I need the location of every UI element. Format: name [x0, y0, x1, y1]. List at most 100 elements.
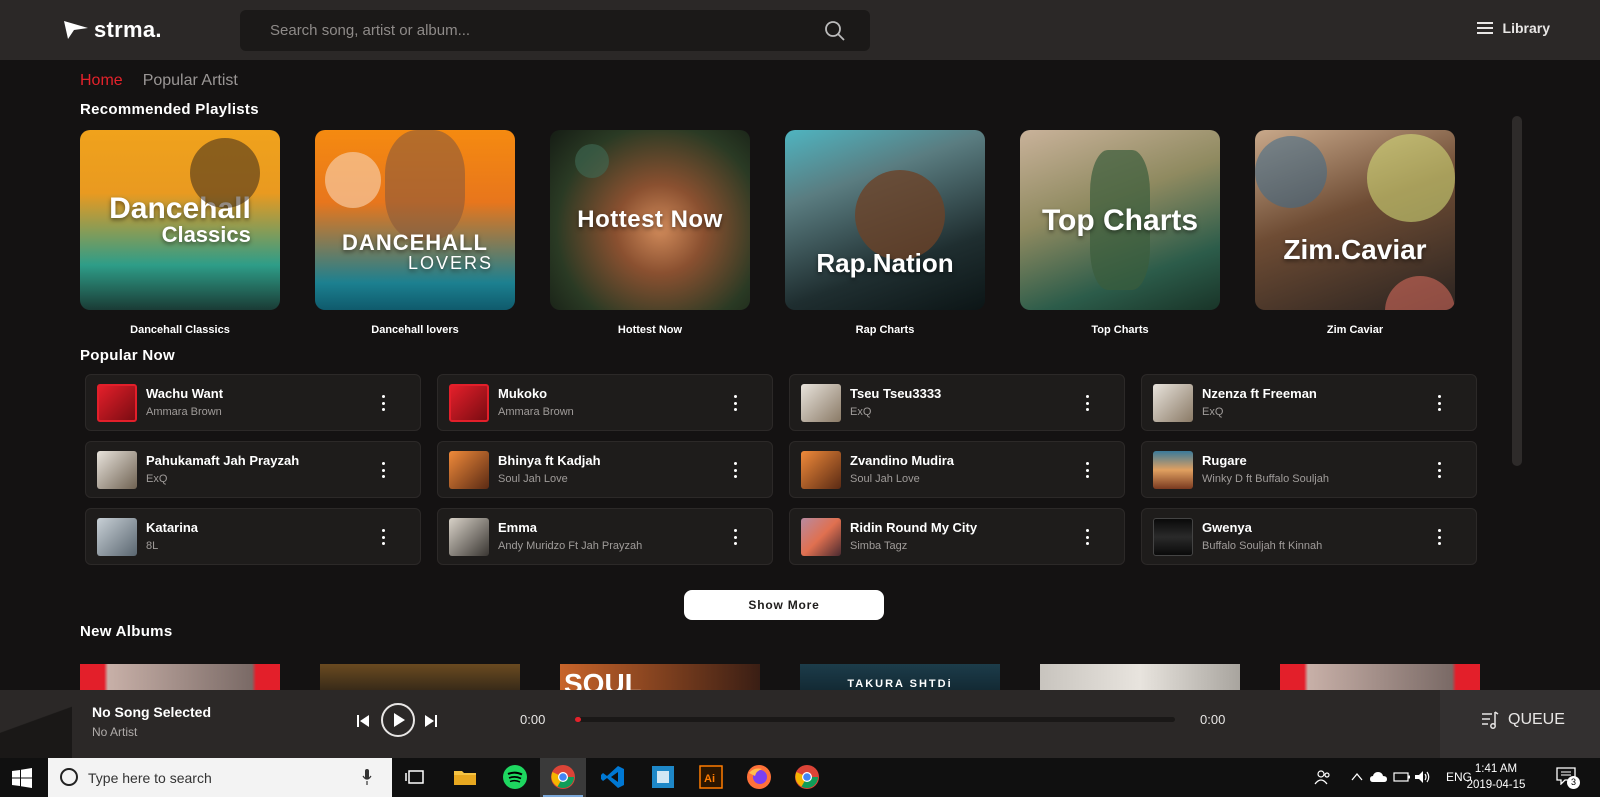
album-row: SOUL TAKURA SHTDi	[80, 664, 1480, 690]
firefox-icon[interactable]	[746, 764, 772, 790]
song-card[interactable]: Tseu Tseu3333 ExQ	[789, 374, 1125, 431]
app-icon[interactable]	[650, 764, 676, 790]
volume-icon[interactable]	[1414, 769, 1432, 785]
album-card[interactable]	[320, 664, 520, 690]
song-title: Emma	[498, 520, 538, 535]
song-card[interactable]: Katarina 8L	[85, 508, 421, 565]
song-card[interactable]: Pahukamaft Jah Prayzah ExQ	[85, 441, 421, 498]
queue-button[interactable]: QUEUE	[1480, 710, 1565, 730]
scrollbar[interactable]	[1512, 116, 1522, 466]
cover-title: Hottest Now	[577, 206, 723, 233]
playlist-label: Dancehall Classics	[130, 324, 230, 336]
tab-popular-artist[interactable]: Popular Artist	[143, 72, 238, 90]
chevron-up-icon[interactable]	[1350, 770, 1364, 784]
playlist-card[interactable]: Zim.Caviar Zim Caviar	[1255, 130, 1455, 336]
queue-icon	[1482, 711, 1499, 729]
illustrator-icon[interactable]: Ai	[698, 764, 724, 790]
clock-date: 2019-04-15	[1466, 779, 1526, 791]
file-explorer-icon[interactable]	[452, 764, 478, 790]
vscode-icon[interactable]	[600, 764, 626, 790]
recommended-playlists-heading: Recommended Playlists	[80, 101, 259, 118]
search-input[interactable]	[240, 10, 800, 51]
taskbar-search[interactable]: Type here to search	[48, 758, 392, 797]
progress-bar[interactable]	[575, 717, 1175, 722]
song-card[interactable]: Emma Andy Muridzo Ft Jah Prayzah	[437, 508, 773, 565]
os-taskbar: Type here to search Ai ENG 1:41 AM 2019-…	[0, 758, 1600, 797]
more-options-icon[interactable]	[378, 527, 388, 547]
album-card[interactable]	[1040, 664, 1240, 690]
system-clock[interactable]: 1:41 AM 2019-04-15	[1460, 761, 1532, 793]
song-title: Zvandino Mudira	[850, 453, 954, 468]
playlist-card[interactable]: Hottest Now Hottest Now	[550, 130, 750, 336]
song-artist: ExQ	[1202, 406, 1224, 418]
now-playing-title: No Song Selected	[92, 704, 212, 720]
more-options-icon[interactable]	[1082, 393, 1092, 413]
onedrive-cloud-icon[interactable]	[1370, 770, 1388, 784]
album-card[interactable]: SOUL	[560, 664, 760, 690]
song-thumbnail	[1153, 518, 1193, 556]
playlist-card[interactable]: Dancehall Classics Dancehall Classics	[80, 130, 280, 336]
windows-start-icon[interactable]	[12, 768, 32, 788]
search-icon[interactable]	[824, 20, 846, 42]
chrome-icon[interactable]	[794, 764, 820, 790]
song-title: Gwenya	[1202, 520, 1252, 535]
playlist-card[interactable]: Top Charts Top Charts	[1020, 130, 1220, 336]
task-view-icon[interactable]	[403, 764, 429, 790]
playlist-cover: Rap.Nation	[785, 130, 985, 310]
song-artist: Ammara Brown	[498, 406, 574, 418]
album-card[interactable]: TAKURA SHTDi	[800, 664, 1000, 690]
song-card[interactable]: Ridin Round My City Simba Tagz	[789, 508, 1125, 565]
cover-title: Zim.Caviar	[1283, 234, 1427, 265]
album-card[interactable]	[80, 664, 280, 690]
logo[interactable]: strma.	[64, 17, 162, 43]
chrome-icon[interactable]	[550, 764, 576, 790]
library-button[interactable]: Library	[1476, 20, 1550, 36]
song-card[interactable]: Nzenza ft Freeman ExQ	[1141, 374, 1477, 431]
tab-home[interactable]: Home	[80, 72, 123, 90]
playlist-cover: Hottest Now	[550, 130, 750, 310]
cortana-icon	[60, 768, 78, 786]
menu-icon	[1476, 22, 1493, 34]
playlist-card[interactable]: Rap.Nation Rap Charts	[785, 130, 985, 336]
new-albums-heading: New Albums	[80, 623, 173, 640]
now-playing-artist: No Artist	[92, 725, 138, 739]
battery-icon[interactable]	[1393, 770, 1411, 784]
spotify-icon[interactable]	[502, 764, 528, 790]
microphone-icon[interactable]	[362, 769, 372, 785]
people-icon[interactable]	[1314, 768, 1332, 786]
playlist-label: Rap Charts	[855, 324, 915, 336]
more-options-icon[interactable]	[378, 393, 388, 413]
taskbar-search-placeholder: Type here to search	[88, 770, 212, 786]
song-thumbnail	[801, 518, 841, 556]
next-track-icon[interactable]	[424, 714, 438, 728]
album-art-placeholder	[0, 690, 72, 758]
previous-track-icon[interactable]	[356, 714, 370, 728]
song-card[interactable]: Mukoko Ammara Brown	[437, 374, 773, 431]
more-options-icon[interactable]	[1434, 393, 1444, 413]
song-card[interactable]: Wachu Want Ammara Brown	[85, 374, 421, 431]
song-card[interactable]: Zvandino Mudira Soul Jah Love	[789, 441, 1125, 498]
song-card[interactable]: Bhinya ft Kadjah Soul Jah Love	[437, 441, 773, 498]
svg-text:Ai: Ai	[704, 773, 715, 785]
play-button[interactable]	[381, 703, 415, 737]
more-options-icon[interactable]	[1434, 460, 1444, 480]
show-more-button[interactable]: Show More	[684, 590, 884, 620]
more-options-icon[interactable]	[730, 460, 740, 480]
more-options-icon[interactable]	[378, 460, 388, 480]
more-options-icon[interactable]	[1434, 527, 1444, 547]
main-content[interactable]: Home Popular Artist Recommended Playlist…	[0, 60, 1600, 690]
song-thumbnail	[1153, 384, 1193, 422]
more-options-icon[interactable]	[730, 527, 740, 547]
song-title: Tseu Tseu3333	[850, 386, 942, 401]
playlist-card[interactable]: DANCEHALL LOVERS Dancehall lovers	[315, 130, 515, 336]
song-card[interactable]: Rugare Winky D ft Buffalo Souljah	[1141, 441, 1477, 498]
cover-title: Top Charts	[1041, 204, 1199, 237]
more-options-icon[interactable]	[730, 393, 740, 413]
song-thumbnail	[449, 451, 489, 489]
more-options-icon[interactable]	[1082, 460, 1092, 480]
album-card[interactable]	[1280, 664, 1480, 690]
more-options-icon[interactable]	[1082, 527, 1092, 547]
song-card[interactable]: Gwenya Buffalo Souljah ft Kinnah	[1141, 508, 1477, 565]
notification-center[interactable]: 3	[1556, 767, 1580, 789]
playlist-label: Zim Caviar	[1326, 324, 1384, 336]
